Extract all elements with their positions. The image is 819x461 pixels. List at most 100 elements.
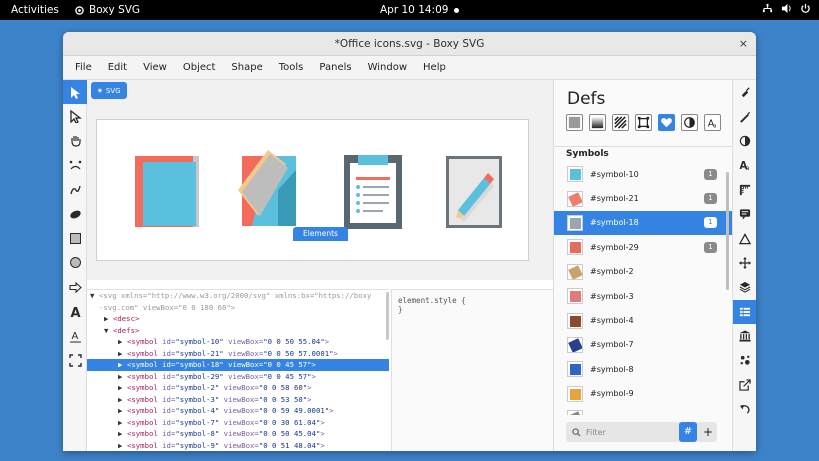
symbol-list-item[interactable]: #symbol-2 (554, 260, 732, 284)
panel-comment[interactable] (733, 202, 756, 226)
element-tree-row[interactable]: ▶ <symbol id="symbol-10" viewBox="0 0 50 … (87, 336, 389, 348)
expand-triangle-icon[interactable]: ▶ (118, 371, 127, 383)
panel-history-undo[interactable] (733, 397, 756, 421)
tool-pan-tool[interactable] (63, 129, 87, 153)
panel-typography[interactable]: Aa (733, 153, 756, 177)
menu-view[interactable]: View (135, 62, 175, 73)
tool-text-tool[interactable]: A (63, 300, 87, 324)
expand-triangle-icon[interactable]: ▶ (118, 405, 127, 417)
clock[interactable]: Apr 10 14:09 (380, 4, 448, 16)
element-tree-row[interactable]: ▶ <symbol id="symbol-21" viewBox="0 0 50 … (87, 348, 389, 360)
element-tree-row[interactable]: ▶ <symbol id="symbol-18" viewBox="0 0 45 … (87, 359, 389, 371)
element-tree-row[interactable]: -svg.com" viewBox="0 0 180 60"> (87, 302, 389, 314)
element-tree-row[interactable]: ▼ <svg xmlns="http://www.w3.org/2000/svg"… (87, 290, 389, 302)
right-toolbar: Aa (732, 80, 756, 451)
folder-artwork[interactable] (135, 156, 201, 228)
element-tree-row[interactable]: ▶ <symbol id="symbol-29" viewBox="0 0 45 … (87, 371, 389, 383)
panel-compositing[interactable] (733, 129, 756, 153)
panel-library[interactable] (733, 324, 756, 348)
expand-triangle-icon[interactable]: ▶ (118, 348, 127, 360)
clipboard-artwork[interactable] (344, 155, 402, 229)
element-tree-row[interactable]: ▶ <symbol id="symbol-4" viewBox="0 0 59 4… (87, 405, 389, 417)
menu-object[interactable]: Object (175, 62, 224, 73)
elements-tree-panel[interactable]: ▼ <svg xmlns="http://www.w3.org/2000/svg"… (87, 289, 389, 451)
book-artwork[interactable] (238, 150, 298, 228)
activities-button[interactable]: Activities (11, 4, 59, 16)
defs-type-symbol[interactable] (658, 114, 675, 131)
menu-panels[interactable]: Panels (311, 62, 359, 73)
notepad-pen-artwork[interactable] (446, 156, 502, 228)
symbol-list-item[interactable]: #symbol-10 1 (554, 162, 732, 186)
element-tree-row[interactable]: ▶ <symbol id="symbol-2" viewBox="0 0 58 6… (87, 382, 389, 394)
close-window-button[interactable]: × (739, 32, 748, 56)
symbol-list-item[interactable]: #symbol-18 1 (554, 210, 732, 236)
tool-text-path-tool[interactable]: A (63, 324, 87, 348)
tool-ellipse-blob-tool[interactable] (63, 202, 87, 226)
expand-triangle-icon[interactable]: ▶ (118, 382, 127, 394)
defs-type-filter[interactable] (681, 114, 698, 131)
menu-help[interactable]: Help (415, 62, 454, 73)
panel-arrange-move[interactable] (733, 251, 756, 275)
expand-triangle-icon[interactable]: ▶ (118, 428, 127, 440)
elements-tab[interactable]: Elements (293, 227, 348, 241)
symbol-list-item[interactable]: #symbol-9 (554, 382, 732, 406)
symbol-list-item[interactable]: #symbol-3 (554, 284, 732, 308)
panel-generators-puzzle[interactable] (733, 348, 756, 372)
element-tree-row[interactable]: ▶ <desc> (87, 313, 389, 325)
symbol-list-item[interactable]: #symbol-4 (554, 308, 732, 332)
tool-freehand-tool[interactable] (63, 178, 87, 202)
symbol-list-item[interactable]: #symbol-21 1 (554, 186, 732, 210)
expand-triangle-icon[interactable]: ▶ (118, 336, 127, 348)
tool-rectangle-tool[interactable] (63, 226, 87, 250)
menu-edit[interactable]: Edit (100, 62, 135, 73)
menu-tools[interactable]: Tools (271, 62, 312, 73)
menu-window[interactable]: Window (360, 62, 415, 73)
element-tree-row[interactable]: ▶ <symbol id="symbol-9" viewBox="0 0 51 4… (87, 440, 389, 452)
system-tray[interactable] (762, 3, 811, 14)
panel-fill[interactable] (733, 80, 756, 104)
tool-circle-tool[interactable] (63, 251, 87, 275)
expand-triangle-icon[interactable]: ▶ (104, 313, 113, 325)
expand-triangle-icon[interactable]: ▶ (118, 417, 127, 429)
canvas-area[interactable]: ✷ SVG (87, 80, 553, 280)
element-tree-row[interactable]: ▶ <symbol id="symbol-3" viewBox="0 0 53 5… (87, 394, 389, 406)
menu-shape[interactable]: Shape (223, 62, 270, 73)
tool-node-tool[interactable] (63, 153, 87, 177)
defs-type-font[interactable]: Aa (704, 114, 721, 131)
collapse-triangle-icon[interactable]: ▼ (104, 325, 113, 337)
tool-edit-tool[interactable] (63, 104, 87, 128)
svg-root-badge[interactable]: ✷ SVG (91, 82, 127, 99)
panel-geometry-ruler[interactable] (733, 178, 756, 202)
tool-arrow-tool[interactable] (63, 275, 87, 299)
symbol-list-item[interactable]: #symbol-11 (554, 406, 732, 415)
add-symbol-button[interactable]: + (699, 422, 717, 442)
collapse-triangle-icon[interactable]: ▼ (90, 290, 99, 302)
symbol-list-item[interactable]: #symbol-8 (554, 357, 732, 381)
symbol-list[interactable]: #symbol-10 1 #symbol-21 1 #symbol-18 1 #symbol… (554, 162, 732, 415)
symbol-list-scrollbar[interactable] (726, 172, 729, 290)
defs-type-marker[interactable] (635, 114, 652, 131)
panel-layers[interactable] (733, 275, 756, 299)
style-inspector-panel[interactable]: element.style { } (391, 289, 553, 451)
defs-type-pattern[interactable] (612, 114, 629, 131)
expand-triangle-icon[interactable]: ▶ (118, 440, 127, 452)
panel-defs-list[interactable] (733, 299, 756, 324)
symbol-list-item[interactable]: #symbol-29 1 (554, 235, 732, 259)
expand-triangle-icon[interactable]: ▶ (118, 359, 127, 371)
element-tree-row[interactable]: ▼ <defs> (87, 325, 389, 337)
symbol-list-item[interactable]: #symbol-7 (554, 333, 732, 357)
panel-triangle[interactable] (733, 226, 756, 250)
panel-export[interactable] (733, 373, 756, 397)
app-menu[interactable]: Boxy SVG (75, 4, 140, 16)
expand-triangle-icon[interactable]: ▶ (118, 394, 127, 406)
filter-by-id-toggle[interactable]: # (679, 422, 697, 442)
panel-stroke-brush[interactable] (733, 104, 756, 128)
tool-crop-tool[interactable] (63, 348, 87, 372)
element-tree-row[interactable]: ▶ <symbol id="symbol-8" viewBox="0 0 50 4… (87, 428, 389, 440)
tool-select-tool[interactable] (63, 80, 87, 105)
defs-type-linear-gradient[interactable] (589, 114, 606, 131)
element-tree-row[interactable]: ▶ <symbol id="symbol-7" viewBox="0 0 30 6… (87, 417, 389, 429)
defs-type-solid-fill[interactable] (566, 114, 583, 131)
menu-file[interactable]: File (67, 62, 100, 73)
title-bar[interactable]: *Office icons.svg - Boxy SVG × (63, 32, 756, 56)
